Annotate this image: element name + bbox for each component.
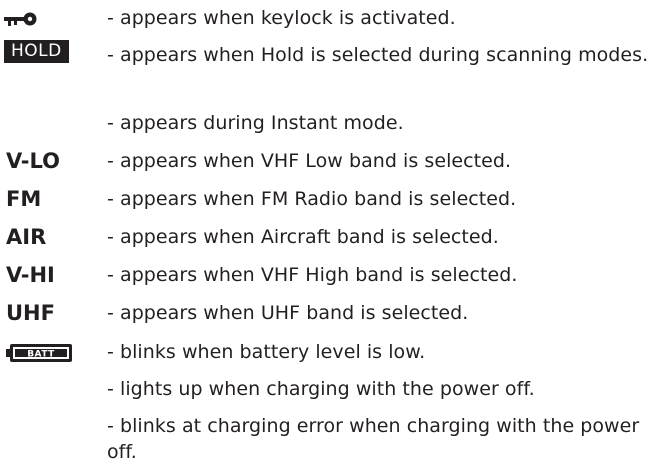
legend-desc: - appears when VHF Low band is selected. — [107, 150, 512, 172]
icon-legend: - appears when keylock is activated. HOL… — [0, 0, 655, 467]
legend-desc: - appears when VHF High band is selected… — [107, 264, 518, 286]
hold-badge: HOLD — [4, 40, 69, 63]
legend-desc: - appears when UHF band is selected. — [107, 302, 469, 324]
legend-desc: - appears when keylock is activated. — [107, 7, 456, 29]
band-label-fm: FM — [6, 187, 42, 211]
key-icon — [4, 12, 38, 28]
band-label-uhf: UHF — [6, 301, 55, 325]
battery-icon-text: BATT — [27, 350, 55, 360]
legend-desc: - appears during Instant mode. — [107, 112, 404, 134]
legend-desc: - appears when Hold is selected during s… — [107, 44, 649, 66]
band-label-vlo: V-LO — [6, 149, 60, 173]
legend-desc: - blinks when battery level is low. — [107, 341, 426, 363]
legend-desc: - blinks at charging error when charging… — [107, 415, 640, 463]
legend-desc: - appears when Aircraft band is selected… — [107, 226, 499, 248]
band-label-air: AIR — [6, 225, 47, 249]
legend-desc: - appears when FM Radio band is selected… — [107, 188, 517, 210]
legend-desc: - lights up when charging with the power… — [107, 378, 535, 400]
battery-icon: BATT — [6, 343, 74, 367]
band-label-vhi: V-HI — [6, 263, 55, 287]
